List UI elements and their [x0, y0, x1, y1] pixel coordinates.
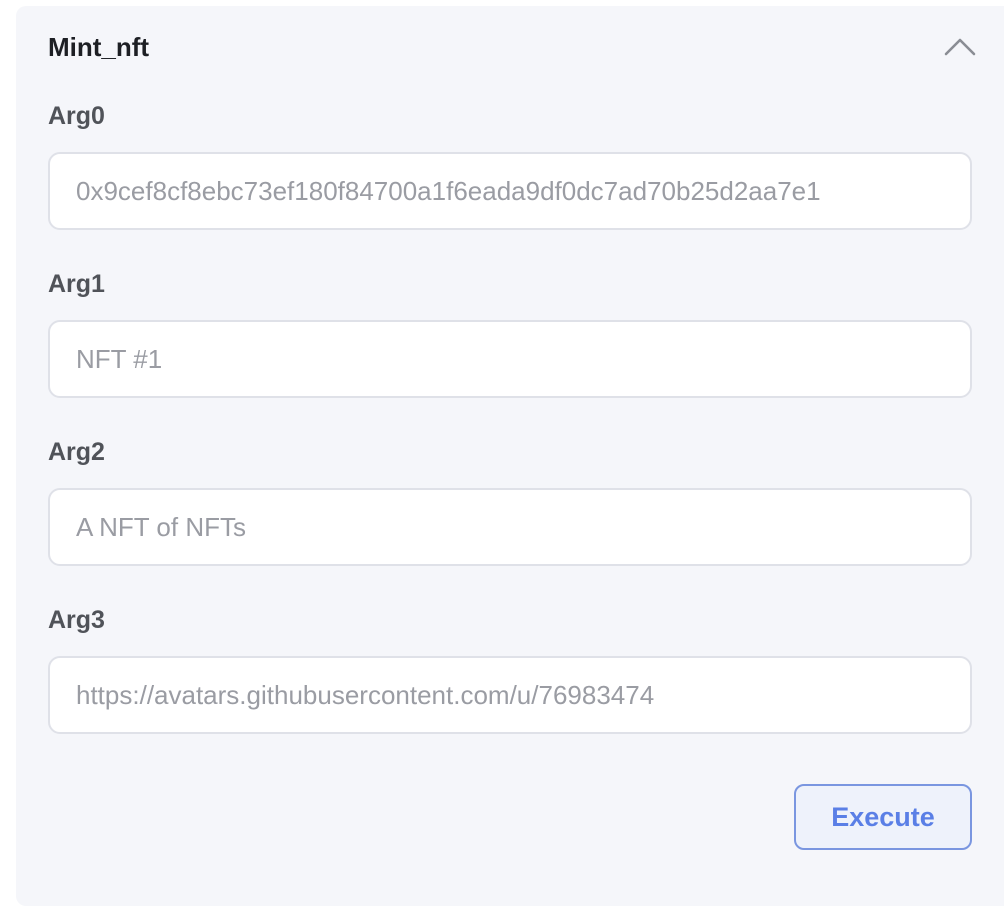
- arg3-field: Arg3: [48, 605, 972, 734]
- arg0-input[interactable]: [48, 152, 972, 230]
- arg1-label: Arg1: [48, 270, 105, 298]
- mint-nft-panel: Mint_nft Arg0 Arg1 Arg2 Arg3 Execute: [16, 6, 1004, 906]
- chevron-up-icon[interactable]: [944, 32, 976, 62]
- panel-header[interactable]: Mint_nft: [48, 32, 976, 62]
- arg0-field: Arg0: [48, 101, 972, 230]
- arg2-input[interactable]: [48, 488, 972, 566]
- arg3-label: Arg3: [48, 606, 105, 634]
- arg2-label: Arg2: [48, 438, 105, 466]
- arg1-field: Arg1: [48, 269, 972, 398]
- panel-title: Mint_nft: [48, 32, 150, 62]
- arg0-label: Arg0: [48, 102, 105, 130]
- arg1-input[interactable]: [48, 320, 972, 398]
- execute-button[interactable]: Execute: [794, 784, 972, 850]
- arg3-input[interactable]: [48, 656, 972, 734]
- chevron-up-icon-svg: [944, 38, 976, 56]
- arg2-field: Arg2: [48, 437, 972, 566]
